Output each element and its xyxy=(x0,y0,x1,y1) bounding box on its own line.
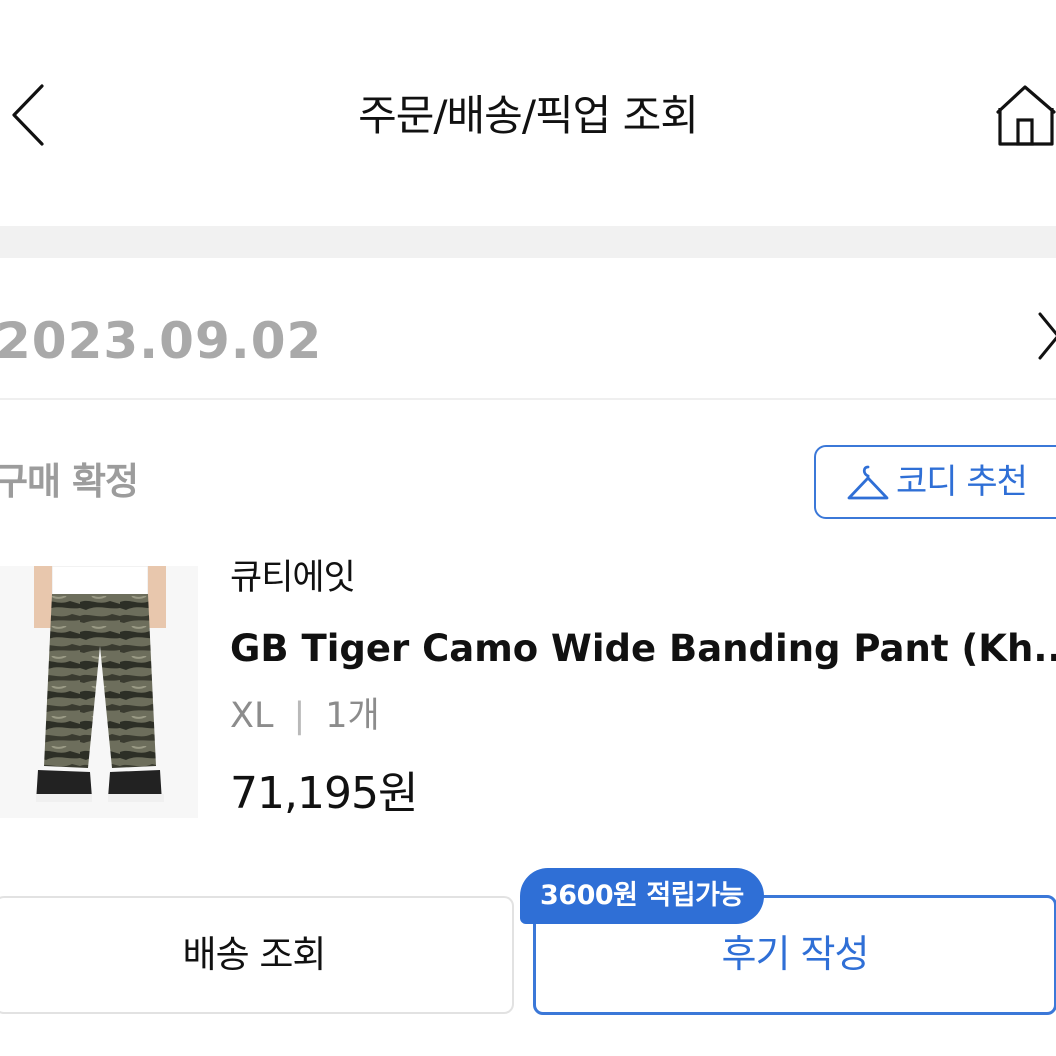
order-detail-link[interactable] xyxy=(1036,310,1056,362)
points-badge: 3600원 적립가능 xyxy=(520,868,764,924)
chevron-right-icon xyxy=(1038,312,1056,360)
product-name[interactable]: GB Tiger Camo Wide Banding Pant (Kh... xyxy=(230,622,1056,676)
home-icon xyxy=(996,85,1056,146)
track-delivery-button[interactable]: 배송 조회 xyxy=(0,896,514,1014)
home-button[interactable] xyxy=(994,84,1056,148)
page-title: 주문/배송/픽업 조회 xyxy=(358,91,699,140)
coordi-button-label: 코디 추천 xyxy=(896,462,1028,502)
option-separator: | xyxy=(293,696,306,736)
coordi-recommend-button[interactable]: 코디 추천 xyxy=(814,445,1056,519)
order-date[interactable]: 2023.09.02 xyxy=(0,306,322,376)
row-divider xyxy=(0,398,1056,400)
order-status: 구매 확정 xyxy=(0,460,139,503)
product-price: 71,195원 xyxy=(230,768,418,819)
option-quantity: 1개 xyxy=(325,696,380,736)
hanger-icon xyxy=(847,465,889,500)
option-size: XL xyxy=(230,696,274,736)
product-option: XL | 1개 xyxy=(230,692,380,740)
section-divider xyxy=(0,226,1056,258)
product-photo xyxy=(0,565,198,818)
brand-name[interactable]: 큐티에잇 xyxy=(230,554,356,602)
product-image[interactable] xyxy=(0,565,198,818)
